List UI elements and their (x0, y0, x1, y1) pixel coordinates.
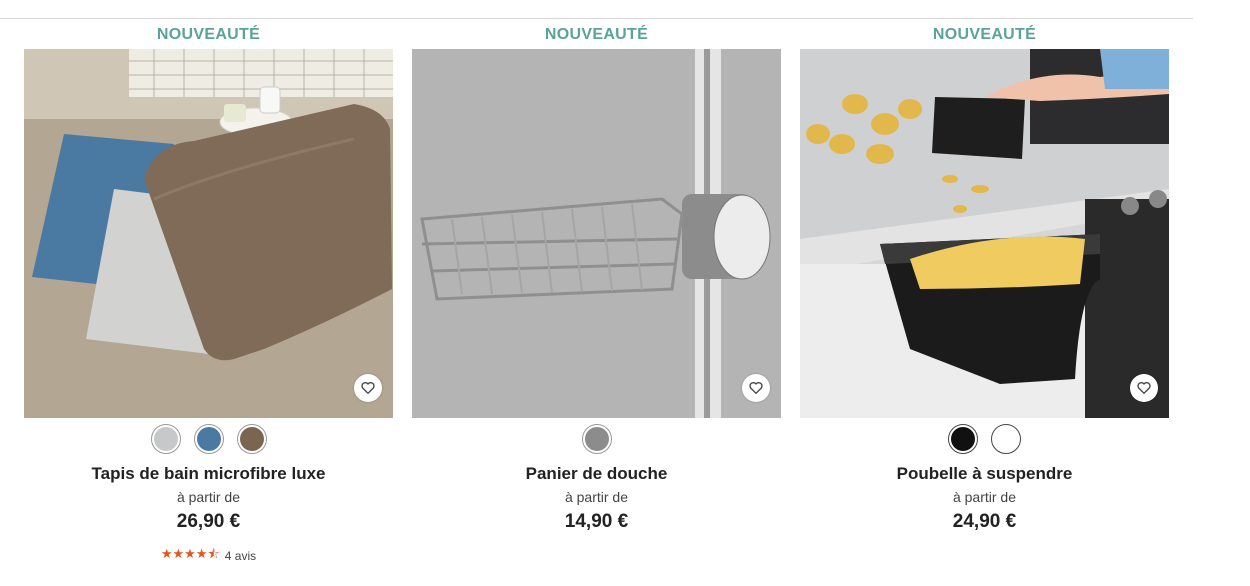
rating[interactable]: ★★★★⯪ 4 avis (24, 545, 393, 567)
product-price: 24,90 € (952, 511, 1017, 532)
heart-outline-icon (1137, 382, 1151, 394)
price-prefix: à partir de (176, 489, 241, 505)
product-card-hanging-bin[interactable]: NOUVEAUTÉ Poubelle à suspendre à partir … (800, 18, 1169, 578)
product-card-shower-basket[interactable]: NOUVEAUTÉ Panier de douche à partir de 1… (412, 18, 781, 578)
product-image[interactable] (24, 49, 393, 418)
heart-outline-icon (361, 382, 375, 394)
color-swatches (412, 424, 781, 454)
product-name[interactable]: Panier de douche (412, 464, 781, 484)
product-price: 14,90 € (564, 511, 629, 532)
favorite-button[interactable] (1130, 374, 1158, 402)
color-swatch[interactable] (193, 424, 224, 454)
product-image[interactable] (800, 49, 1169, 418)
color-swatches (800, 424, 1169, 454)
color-swatches (24, 424, 393, 454)
favorite-button[interactable] (742, 374, 770, 402)
product-name[interactable]: Poubelle à suspendre (800, 464, 1169, 484)
color-swatch[interactable] (150, 424, 181, 454)
color-swatch[interactable] (991, 424, 1021, 454)
product-image[interactable] (412, 49, 781, 418)
color-swatch[interactable] (581, 424, 612, 454)
heart-outline-icon (749, 382, 763, 394)
review-count[interactable]: 4 avis (225, 549, 256, 563)
star-rating-icon: ★★★★⯪ (160, 546, 220, 561)
color-swatch[interactable] (948, 424, 978, 454)
new-badge: NOUVEAUTÉ (156, 26, 261, 43)
product-name[interactable]: Tapis de bain microfibre luxe (24, 464, 393, 484)
price-prefix: à partir de (952, 489, 1017, 505)
price-prefix: à partir de (564, 489, 629, 505)
new-badge: NOUVEAUTÉ (544, 26, 649, 43)
product-price: 26,90 € (176, 511, 241, 532)
new-badge: NOUVEAUTÉ (932, 26, 1037, 43)
product-card-bath-mat[interactable]: NOUVEAUTÉ Tapis de bain microfibre luxe … (24, 18, 393, 578)
favorite-button[interactable] (354, 374, 382, 402)
color-swatch[interactable] (236, 424, 267, 454)
